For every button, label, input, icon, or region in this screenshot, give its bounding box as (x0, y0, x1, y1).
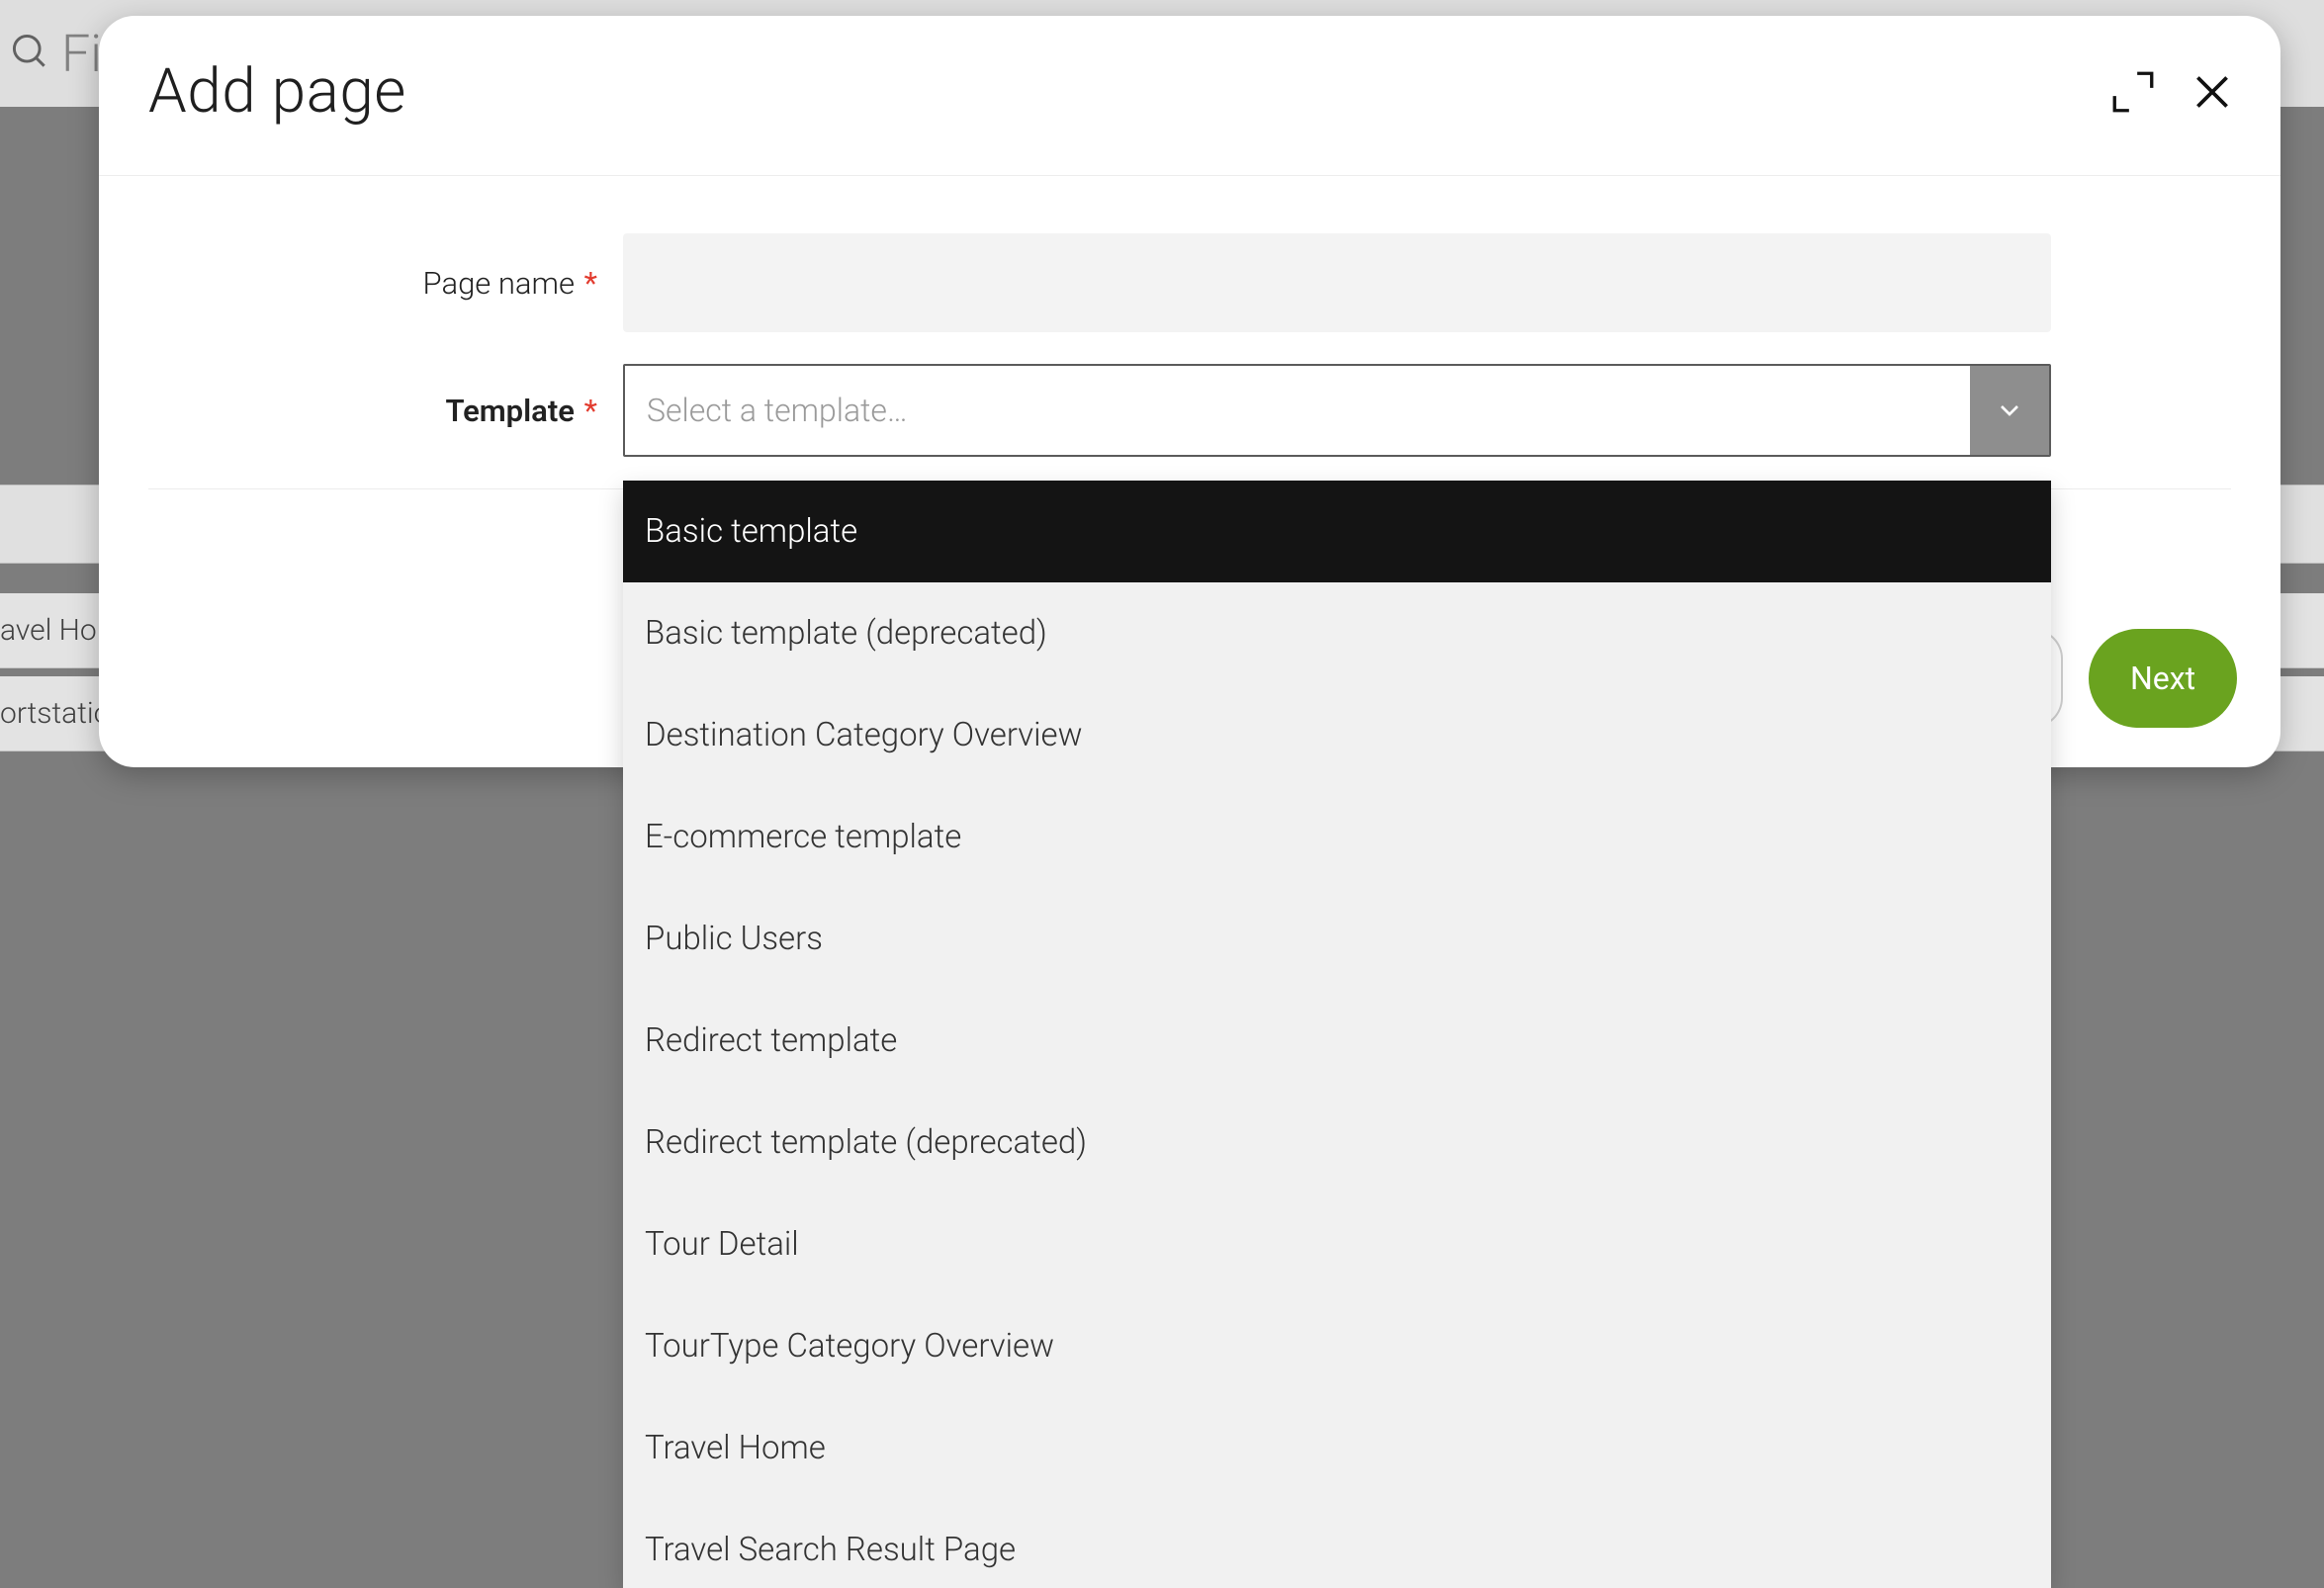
template-dropdown[interactable]: Basic templateBasic template (deprecated… (623, 481, 2051, 1588)
template-option[interactable]: Travel Home (623, 1397, 2051, 1499)
template-label: Template * (148, 393, 623, 429)
expand-icon[interactable] (2108, 67, 2158, 117)
template-select-placeholder: Select a template… (625, 366, 1970, 455)
next-button[interactable]: Next (2089, 629, 2237, 728)
template-option[interactable]: Public Users (623, 888, 2051, 990)
template-option[interactable]: Travel Search Result Page (623, 1499, 2051, 1588)
page-name-required: * (584, 265, 597, 302)
row-page-name: Page name * (148, 233, 2231, 332)
template-required: * (584, 393, 597, 429)
template-option[interactable]: Redirect template (623, 990, 2051, 1092)
template-option[interactable]: Destination Category Overview (623, 684, 2051, 786)
template-option[interactable]: Basic template (deprecated) (623, 582, 2051, 684)
template-control: Select a template… (623, 364, 2051, 457)
template-label-text: Template (445, 393, 574, 429)
chevron-down-icon (1970, 366, 2049, 455)
bg-row-1-label: avel Hor (0, 613, 107, 648)
template-option[interactable]: TourType Category Overview (623, 1295, 2051, 1397)
template-option[interactable]: E-commerce template (623, 786, 2051, 888)
template-option[interactable]: Basic template (623, 481, 2051, 582)
search-icon (8, 30, 51, 77)
modal-header: Add page (99, 16, 2280, 176)
page-name-label-text: Page name (423, 265, 576, 302)
page-name-label: Page name * (148, 265, 623, 302)
next-button-label: Next (2130, 660, 2195, 697)
bg-row-2-label: ortstatio (0, 696, 110, 731)
row-template: Template * Select a template… (148, 364, 2231, 457)
add-page-modal: Add page Page name * (99, 16, 2280, 767)
template-option[interactable]: Redirect template (deprecated) (623, 1092, 2051, 1193)
page-name-control (623, 233, 2051, 332)
modal-header-actions (2108, 67, 2237, 117)
close-icon[interactable] (2188, 67, 2237, 117)
template-option[interactable]: Tour Detail (623, 1193, 2051, 1295)
page-name-input[interactable] (623, 233, 2051, 332)
template-select[interactable]: Select a template… (623, 364, 2051, 457)
modal-title: Add page (148, 55, 406, 128)
modal-body: Page name * Template * Select a template… (99, 176, 2280, 529)
